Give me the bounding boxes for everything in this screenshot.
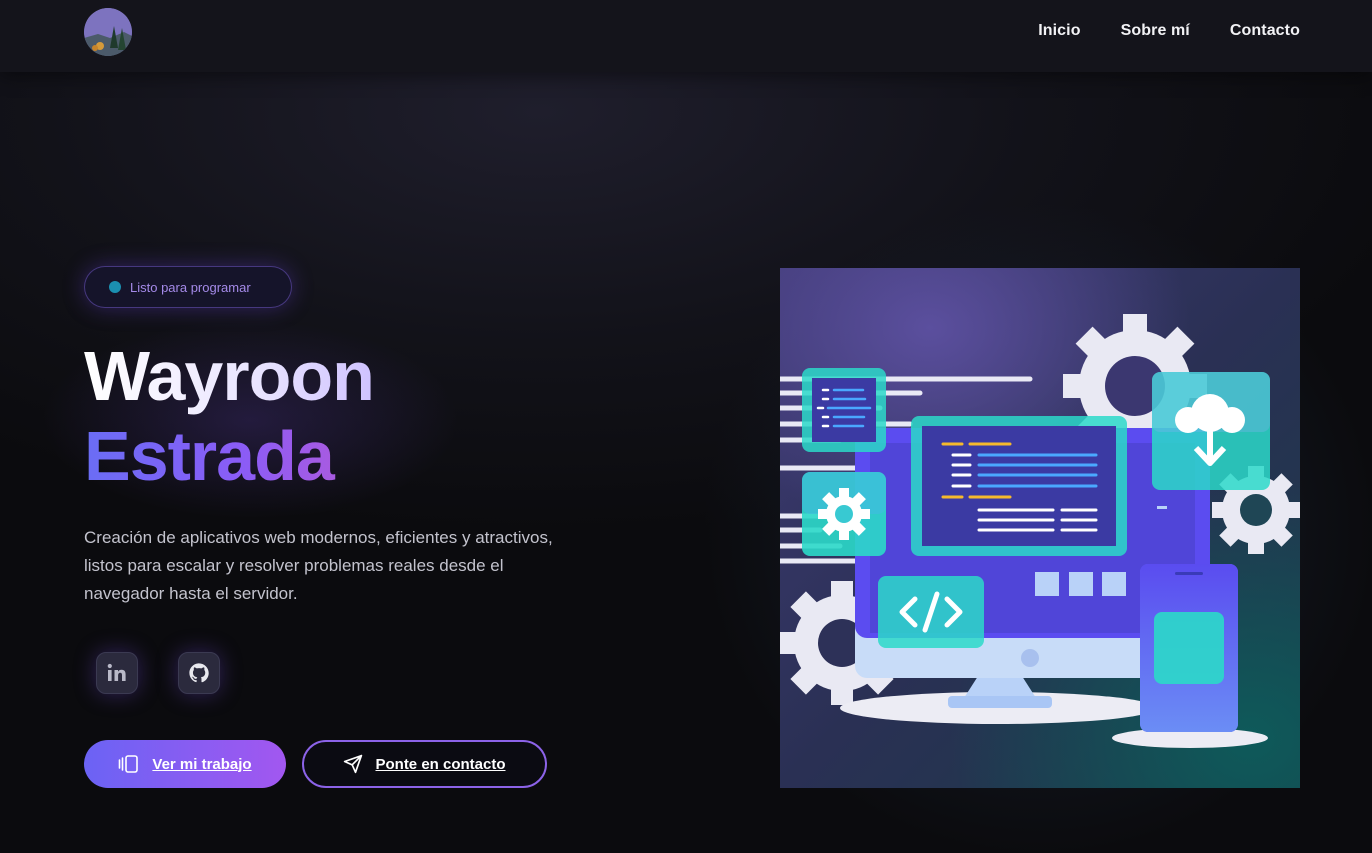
- avatar[interactable]: [84, 8, 132, 56]
- nav-link-sobre-mi[interactable]: Sobre mí: [1121, 22, 1190, 40]
- nav-link-contacto[interactable]: Contacto: [1230, 22, 1300, 40]
- main-nav: Inicio Sobre mí Contacto: [1038, 22, 1300, 40]
- linkedin-icon: [107, 663, 126, 681]
- status-badge: Listo para programar: [84, 266, 292, 308]
- linkedin-button[interactable]: [96, 652, 138, 694]
- hero-first-name: Wayroon: [84, 337, 375, 415]
- avatar-image: [84, 8, 132, 56]
- hero-description: Creación de aplicativos web modernos, ef…: [84, 528, 553, 603]
- developer-workspace-illustration: [780, 314, 1300, 748]
- portfolio-cards-icon: [119, 755, 139, 773]
- nav-link-inicio[interactable]: Inicio: [1038, 22, 1080, 40]
- view-work-button[interactable]: Ver mi trabajo: [84, 740, 286, 788]
- status-dot-icon: [109, 281, 121, 293]
- developer-illustration: [780, 268, 1300, 788]
- view-work-label: Ver mi trabajo: [152, 755, 252, 773]
- send-icon: [344, 754, 363, 774]
- contact-button[interactable]: Ponte en contacto: [302, 740, 547, 788]
- top-navbar: Inicio Sobre mí Contacto: [0, 0, 1372, 72]
- github-button[interactable]: [178, 652, 220, 694]
- status-badge-label: Listo para programar: [130, 279, 251, 295]
- contact-label: Ponte en contacto: [375, 755, 506, 773]
- hero-title: Wayroon Estrada: [84, 336, 375, 496]
- hero-last-name: Estrada: [84, 416, 374, 496]
- github-icon: [189, 663, 209, 683]
